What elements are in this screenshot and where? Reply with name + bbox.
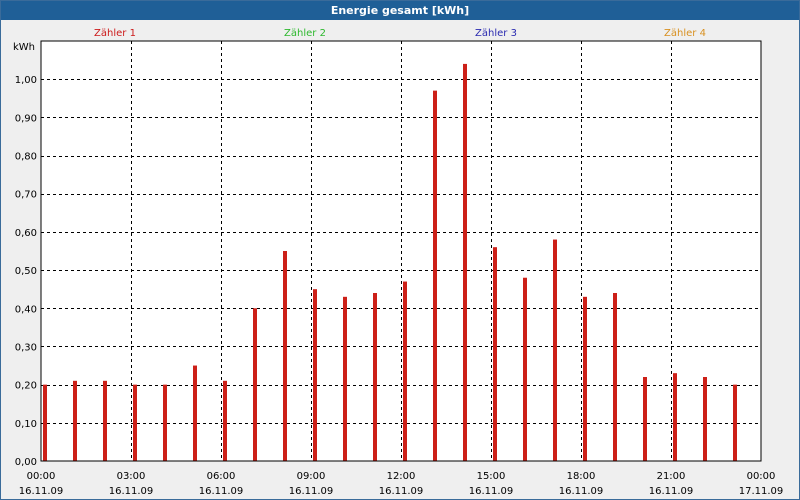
bar	[103, 380, 107, 461]
bar	[733, 384, 737, 461]
bar	[643, 377, 647, 461]
y-tick-label: 0,10	[15, 419, 37, 430]
y-tick-label: 0,90	[15, 113, 37, 124]
x-tick-time: 00:00	[27, 471, 56, 482]
x-tick-date: 16.11.09	[559, 486, 604, 497]
x-tick-date: 16.11.09	[649, 486, 694, 497]
legend-item: Zähler 3	[475, 28, 517, 39]
bar	[283, 251, 287, 461]
y-axis: kWh 0,00 0,10 0,20 0,30 0,40 0,50 0,60 0,70 0,80 0…	[13, 42, 37, 468]
y-tick-label: 0,40	[15, 304, 37, 315]
x-tick-date: 16.11.09	[289, 486, 334, 497]
bar	[133, 384, 137, 461]
x-tick-date: 16.11.09	[109, 486, 154, 497]
y-axis-unit: kWh	[13, 42, 35, 53]
bar	[73, 380, 77, 461]
x-axis: 00:00 16.11.09 03:00 16.11.09 06:00 16.11.09 0…	[19, 471, 784, 497]
y-tick-label: 0,50	[15, 266, 37, 277]
bar	[223, 380, 227, 461]
bar	[553, 239, 557, 461]
y-tick-label: 0,30	[15, 342, 37, 353]
x-tick-time: 12:00	[387, 471, 416, 482]
bar	[403, 281, 407, 461]
legend: Zähler 1 Zähler 2 Zähler 3 Zähler 4	[94, 28, 706, 39]
bar	[313, 289, 317, 461]
x-tick-date: 16.11.09	[379, 486, 424, 497]
y-tick-label: 0,70	[15, 190, 37, 201]
x-tick-time: 03:00	[117, 471, 146, 482]
x-tick-time: 00:00	[747, 471, 776, 482]
bar	[583, 296, 587, 461]
x-tick-time: 09:00	[297, 471, 326, 482]
legend-item: Zähler 1	[94, 28, 136, 39]
x-tick-time: 18:00	[567, 471, 596, 482]
legend-item: Zähler 4	[664, 28, 706, 39]
x-tick-time: 06:00	[207, 471, 236, 482]
bar	[493, 247, 497, 461]
bar	[343, 296, 347, 461]
y-tick-label: 0,00	[15, 457, 37, 468]
y-tick-label: 1,00	[15, 75, 37, 86]
x-tick-time: 21:00	[657, 471, 686, 482]
bar	[673, 373, 677, 461]
y-tick-label: 0,60	[15, 228, 37, 239]
bar	[433, 90, 437, 462]
legend-item: Zähler 2	[284, 28, 326, 39]
bar	[523, 277, 527, 461]
x-tick-date: 17.11.09	[739, 486, 784, 497]
bar	[703, 377, 707, 461]
bar	[193, 365, 197, 461]
y-tick-label: 0,80	[15, 152, 37, 163]
x-tick-date: 16.11.09	[19, 486, 64, 497]
bar	[613, 293, 617, 461]
bar	[43, 384, 47, 461]
x-tick-date: 16.11.09	[469, 486, 514, 497]
bar	[253, 308, 257, 461]
bar	[163, 384, 167, 461]
y-tick-label: 0,20	[15, 381, 37, 392]
x-tick-time: 15:00	[477, 471, 506, 482]
bar	[373, 293, 377, 461]
x-tick-date: 16.11.09	[199, 486, 244, 497]
bar	[463, 63, 467, 462]
energy-bar-chart: kWh 0,00 0,10 0,20 0,30 0,40 0,50 0,60 0,70 0,80 0…	[13, 28, 784, 497]
